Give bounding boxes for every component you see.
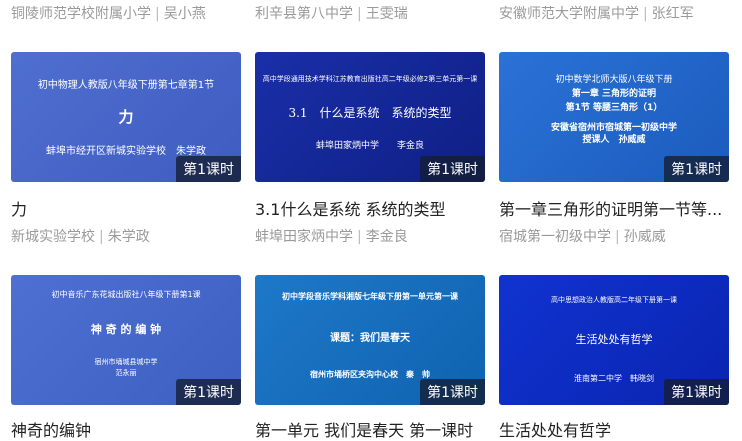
thumb-author: 授课人 孙威威: [582, 135, 646, 145]
lesson-title[interactable]: 力: [11, 196, 241, 220]
lesson-title[interactable]: 3.1什么是系统 系统的类型: [255, 196, 485, 220]
thumb-title: 第一章 三角形的证明: [571, 89, 657, 99]
lesson-badge: 第1课时: [420, 379, 485, 405]
thumb-title: 3.1 什么是系统 系统的类型: [288, 106, 452, 120]
thumb-author: 蚌埠市经开区新城实验学校 朱学政: [46, 146, 206, 157]
lesson-thumbnail[interactable]: 高中思想政治人教版高二年级下册第一课 生活处处有哲学 淮南第二中学 韩晓剑 第1…: [499, 275, 729, 405]
lesson-thumbnail[interactable]: 高中学段通用技术学科江苏教育出版社高二年级必修2第三单元第一课 3.1 什么是系…: [255, 52, 485, 182]
thumb-title: 力: [118, 108, 134, 126]
thumb-subtitle: 初中学段音乐学科湘版七年级下册第一单元第一课: [282, 292, 458, 301]
school-link[interactable]: 宿城第一初级中学: [499, 229, 611, 245]
lesson-badge: 第1课时: [664, 379, 729, 405]
teacher-link[interactable]: 李金良: [366, 229, 408, 245]
thumb-title: 神 奇 的 编 钟: [90, 323, 162, 336]
school-link[interactable]: 新城实验学校: [11, 229, 95, 245]
lesson-meta: 新城实验学校 | 朱学政: [11, 229, 150, 245]
lesson-title[interactable]: 第一章三角形的证明第一节等...: [499, 196, 729, 220]
thumb-title: 课题：我们是春天: [330, 333, 410, 344]
thumb-subtitle: 高中思想政治人教版高二年级下册第一课: [551, 296, 677, 304]
lesson-title[interactable]: 生活处处有哲学: [499, 417, 729, 441]
lesson-thumbnail[interactable]: 初中物理人教版八年级下册第七章第1节 力 蚌埠市经开区新城实验学校 朱学政 第1…: [11, 52, 241, 182]
lesson-meta: 宿城第一初级中学 | 孙威威: [499, 229, 666, 245]
school-link[interactable]: 铜陵师范学校附属小学: [11, 6, 151, 22]
school-link[interactable]: 安徽师范大学附属中学: [499, 6, 639, 22]
teacher-link[interactable]: 孙威威: [624, 229, 666, 245]
school-link[interactable]: 蚌埠田家炳中学: [255, 229, 353, 245]
thumb-author: 蚌埠田家炳中学 李金良: [315, 141, 424, 151]
lesson-thumbnail[interactable]: 初中音乐广东花城出版社八年级下册第1课 神 奇 的 编 钟 宿州市埇城县城中学 …: [11, 275, 241, 405]
school-link[interactable]: 利辛县第八中学: [255, 6, 353, 22]
lesson-thumbnail[interactable]: 初中学段音乐学科湘版七年级下册第一单元第一课 课题：我们是春天 宿州市埇桥区夹沟…: [255, 275, 485, 405]
lesson-badge: 第1课时: [176, 156, 241, 182]
card-meta-top-1: 利辛县第八中学 | 王雯瑞: [255, 6, 408, 22]
thumb-title: 生活处处有哲学: [575, 333, 653, 346]
teacher-link[interactable]: 吴小燕: [164, 6, 206, 22]
lesson-badge: 第1课时: [664, 156, 729, 182]
thumb-subtitle: 初中音乐广东花城出版社八年级下册第1课: [51, 290, 201, 299]
thumb-subtitle: 初中物理人教版八年级下册第七章第1节: [37, 80, 215, 91]
thumb-subtitle: 初中数学北师大版八年级下册: [555, 75, 673, 85]
thumb-subtitle: 高中学段通用技术学科江苏教育出版社高二年级必修2第三单元第一课: [262, 75, 478, 83]
lesson-badge: 第1课时: [420, 156, 485, 182]
card-meta-top-2: 安徽师范大学附属中学 | 张红军: [499, 6, 694, 22]
lesson-meta: 蚌埠田家炳中学 | 李金良: [255, 229, 408, 245]
lesson-thumbnail[interactable]: 初中数学北师大版八年级下册 第一章 三角形的证明 第1节 等腰三角形（1） 安徽…: [499, 52, 729, 182]
teacher-link[interactable]: 王雯瑞: [366, 6, 408, 22]
thumb-school: 宿州市埇城县城中学: [94, 358, 158, 366]
card-meta-top-0: 铜陵师范学校附属小学 | 吴小燕: [11, 6, 206, 22]
thumb-section: 第1节 等腰三角形（1）: [565, 103, 663, 113]
teacher-link[interactable]: 张红军: [652, 6, 694, 22]
thumb-author: 范永丽: [115, 369, 137, 377]
lesson-title[interactable]: 第一单元 我们是春天 第一课时: [255, 417, 485, 441]
teacher-link[interactable]: 朱学政: [108, 229, 150, 245]
lesson-title[interactable]: 神奇的编钟: [11, 417, 241, 441]
lesson-badge: 第1课时: [176, 379, 241, 405]
